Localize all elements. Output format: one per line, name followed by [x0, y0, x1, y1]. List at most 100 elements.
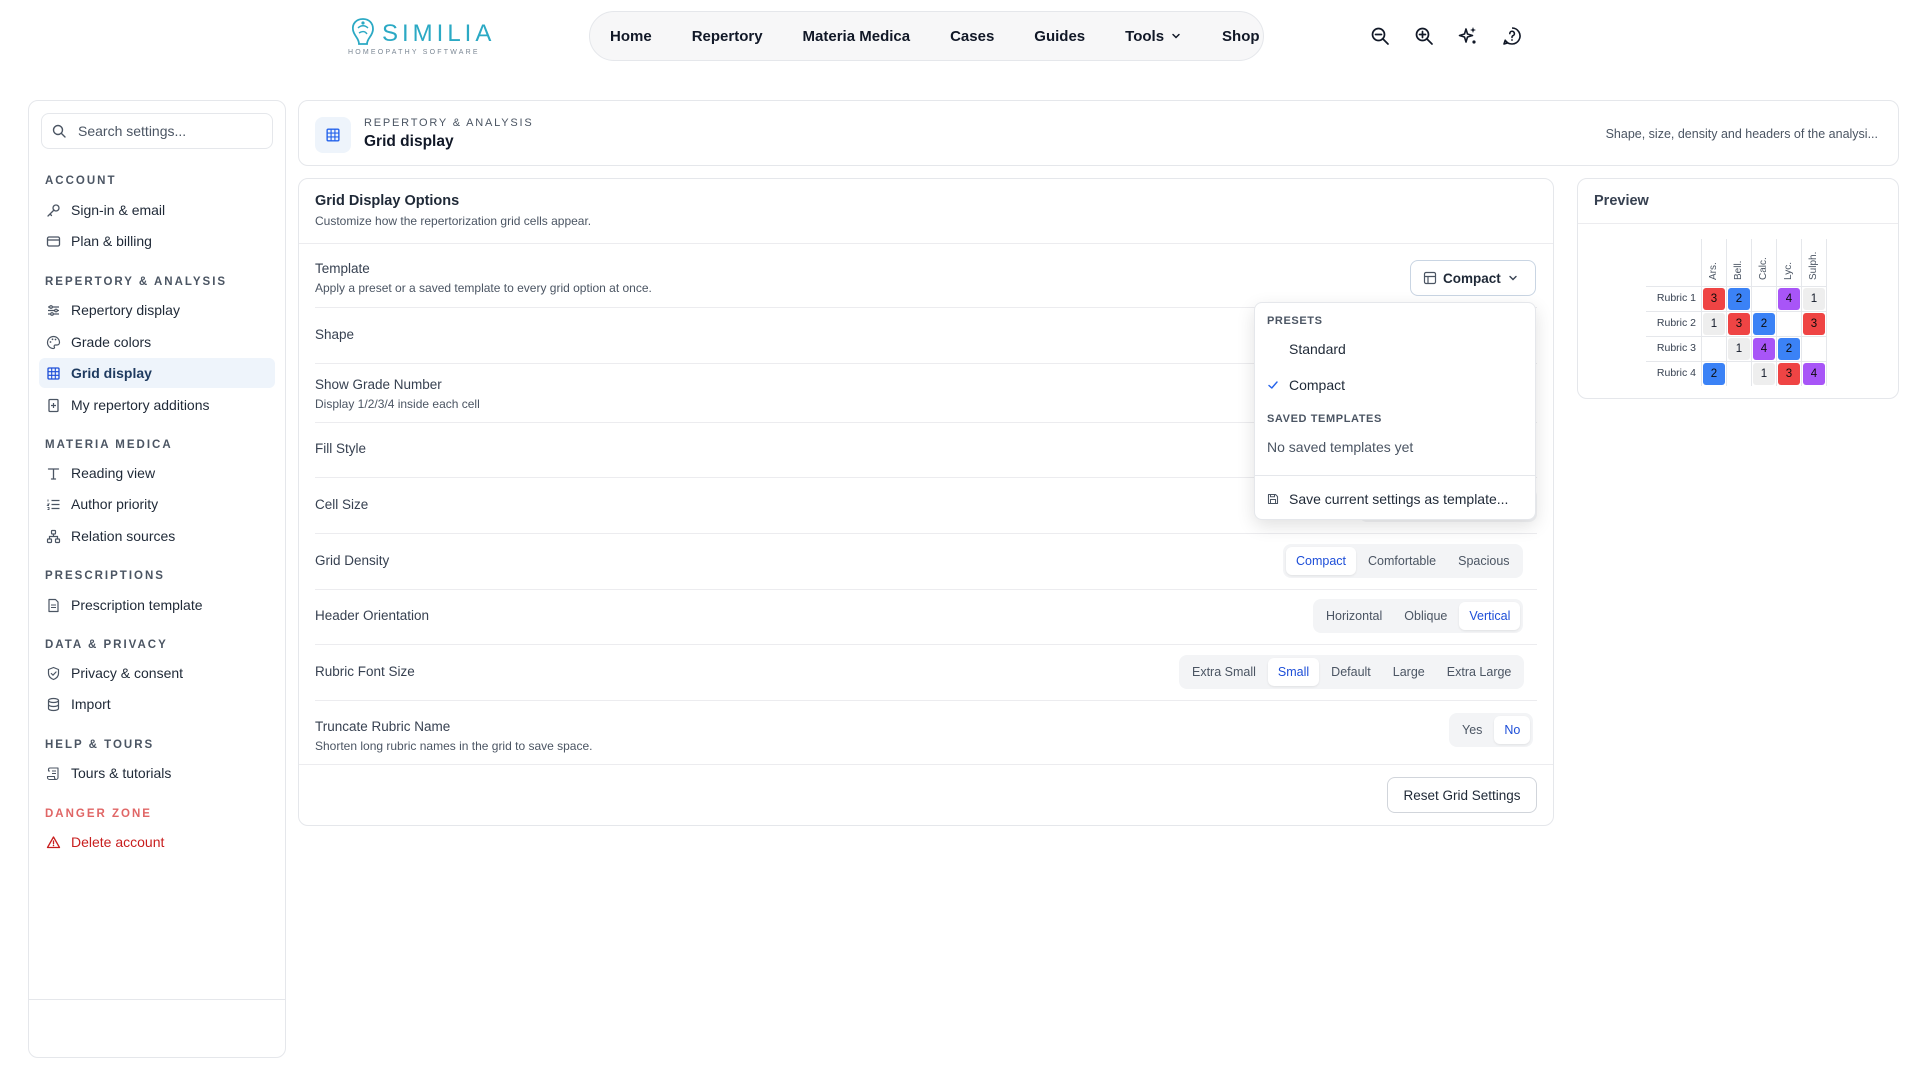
truncate-segmented: Yes No — [1449, 713, 1534, 747]
grade-cell: 1 — [1703, 313, 1725, 335]
nav-materia-medica[interactable]: Materia Medica — [783, 28, 931, 45]
brand-tagline: HOMEOPATHY SOFTWARE — [348, 49, 480, 56]
grid-vline — [1801, 239, 1802, 386]
zoom-in-icon[interactable] — [1412, 24, 1436, 48]
main-nav: Home Repertory Materia Medica Cases Guid… — [589, 11, 1264, 61]
density-spacious[interactable]: Spacious — [1448, 547, 1519, 575]
grid-vline — [1751, 239, 1752, 386]
grid-density-label: Grid Density — [315, 553, 390, 568]
save-icon — [1267, 493, 1279, 505]
preset-compact[interactable]: Compact — [1259, 370, 1531, 400]
sidebar-item-delete-account[interactable]: Delete account — [39, 827, 275, 857]
grid-icon — [315, 117, 351, 153]
zoom-out-icon[interactable] — [1368, 24, 1392, 48]
density-compact[interactable]: Compact — [1286, 547, 1357, 575]
template-select-button[interactable]: Compact — [1410, 260, 1536, 296]
divider — [315, 589, 1537, 590]
sidebar-item-grade-colors[interactable]: Grade colors — [39, 327, 275, 357]
sidebar-item-label: Reading view — [71, 465, 156, 481]
rubric-font-size-label: Rubric Font Size — [315, 664, 415, 679]
grid-hline — [1646, 336, 1827, 337]
search-input[interactable] — [78, 123, 258, 139]
preset-standard[interactable]: Standard — [1259, 334, 1531, 364]
template-description: Apply a preset or a saved template to ev… — [315, 281, 652, 295]
top-bar: SIMILIA HOMEOPATHY SOFTWARE Home Reperto… — [0, 0, 1920, 72]
sliders-icon — [45, 302, 61, 318]
nav-cases-label: Cases — [950, 27, 995, 45]
grade-cell: 3 — [1703, 288, 1725, 310]
grid-vline — [1826, 239, 1827, 386]
sidebar-item-privacy-consent[interactable]: Privacy & consent — [39, 658, 275, 688]
divider — [315, 700, 1537, 701]
cell-size-label: Cell Size — [315, 497, 369, 512]
sidebar-item-grid-display[interactable]: Grid display — [39, 358, 275, 388]
orientation-oblique[interactable]: Oblique — [1394, 602, 1457, 630]
sidebar-item-my-repertory-additions[interactable]: My repertory additions — [39, 390, 275, 420]
font-small[interactable]: Small — [1267, 658, 1320, 686]
similia-logo[interactable]: SIMILIA HOMEOPATHY SOFTWARE — [348, 14, 491, 58]
truncate-no[interactable]: No — [1494, 716, 1531, 744]
nav-tools[interactable]: Tools — [1105, 28, 1202, 45]
logo-mark-icon — [351, 18, 374, 45]
sidebar-item-import[interactable]: Import — [39, 689, 275, 719]
nav-home[interactable]: Home — [610, 28, 672, 45]
sidebar-item-label: Prescription template — [71, 597, 203, 613]
nav-cases[interactable]: Cases — [930, 28, 1014, 45]
truncate-yes[interactable]: Yes — [1452, 716, 1492, 744]
nav-repertory[interactable]: Repertory — [672, 28, 783, 45]
nav-shop[interactable]: Shop — [1202, 28, 1280, 45]
remedy-header: Lyc. — [1783, 262, 1794, 280]
truncate-description: Shorten long rubric names in the grid to… — [315, 739, 593, 753]
help-icon[interactable] — [1500, 24, 1524, 48]
density-comfortable[interactable]: Comfortable — [1358, 547, 1446, 575]
font-extra-small[interactable]: Extra Small — [1182, 658, 1266, 686]
orientation-horizontal[interactable]: Horizontal — [1316, 602, 1392, 630]
grade-cell: 1 — [1803, 288, 1825, 310]
orientation-vertical[interactable]: Vertical — [1459, 602, 1521, 630]
font-large[interactable]: Large — [1383, 658, 1435, 686]
sidebar-item-author-priority[interactable]: Author priority — [39, 489, 275, 519]
sidebar-item-relation-sources[interactable]: Relation sources — [39, 521, 275, 551]
sidebar-item-label: Grid display — [71, 365, 152, 381]
check-icon — [1267, 379, 1279, 391]
presets-heading: PRESETS — [1267, 315, 1323, 327]
sidebar-item-sign-in[interactable]: Sign-in & email — [39, 195, 275, 225]
top-icons — [1368, 24, 1524, 48]
preview-card: Preview Ars. Bell. Calc. Lyc. Sulph. Rubric 1… — [1577, 178, 1899, 399]
file-plus-icon — [45, 397, 61, 413]
sidebar-item-label: Relation sources — [71, 528, 176, 544]
sparkles-icon[interactable] — [1456, 24, 1480, 48]
divider — [1255, 475, 1535, 476]
type-icon — [45, 465, 61, 481]
settings-search[interactable] — [41, 113, 273, 149]
sidebar-item-reading-view[interactable]: Reading view — [39, 458, 275, 488]
grade-cell: 4 — [1753, 338, 1775, 360]
save-as-template-item[interactable]: Save current settings as template... — [1259, 484, 1531, 514]
sidebar-item-tours-tutorials[interactable]: Tours & tutorials — [39, 758, 275, 788]
font-default[interactable]: Default — [1321, 658, 1381, 686]
sidebar-item-label: Plan & billing — [71, 233, 152, 249]
page-header: REPERTORY & ANALYSIS Grid display Shape,… — [298, 100, 1899, 166]
section-data-privacy: DATA & PRIVACY — [45, 639, 168, 651]
nav-guides[interactable]: Guides — [1014, 28, 1105, 45]
sidebar-item-plan-billing[interactable]: Plan & billing — [39, 226, 275, 256]
rubric-row-label: Rubric 4 — [1656, 367, 1696, 379]
grade-cell: 2 — [1778, 338, 1800, 360]
reset-grid-settings-button[interactable]: Reset Grid Settings — [1387, 777, 1537, 813]
network-icon — [45, 528, 61, 544]
sidebar-item-label: Sign-in & email — [71, 202, 166, 218]
divider — [299, 243, 1553, 244]
grade-number-description: Display 1/2/3/4 inside each cell — [315, 397, 480, 411]
font-extra-large[interactable]: Extra Large — [1437, 658, 1522, 686]
sidebar-item-prescription-template[interactable]: Prescription template — [39, 590, 275, 620]
section-danger-zone: DANGER ZONE — [45, 808, 152, 820]
sidebar-footer-divider — [29, 999, 285, 1000]
list-ordered-icon — [45, 496, 61, 512]
grade-cell: 3 — [1803, 313, 1825, 335]
key-icon — [45, 202, 61, 218]
grade-cell: 3 — [1778, 363, 1800, 385]
sidebar-item-repertory-display[interactable]: Repertory display — [39, 295, 275, 325]
remedy-header: Sulph. — [1808, 251, 1819, 280]
template-dropdown-menu: PRESETS Standard Compact SAVED TEMPLATES… — [1254, 302, 1536, 520]
chevron-down-icon — [1509, 275, 1517, 281]
